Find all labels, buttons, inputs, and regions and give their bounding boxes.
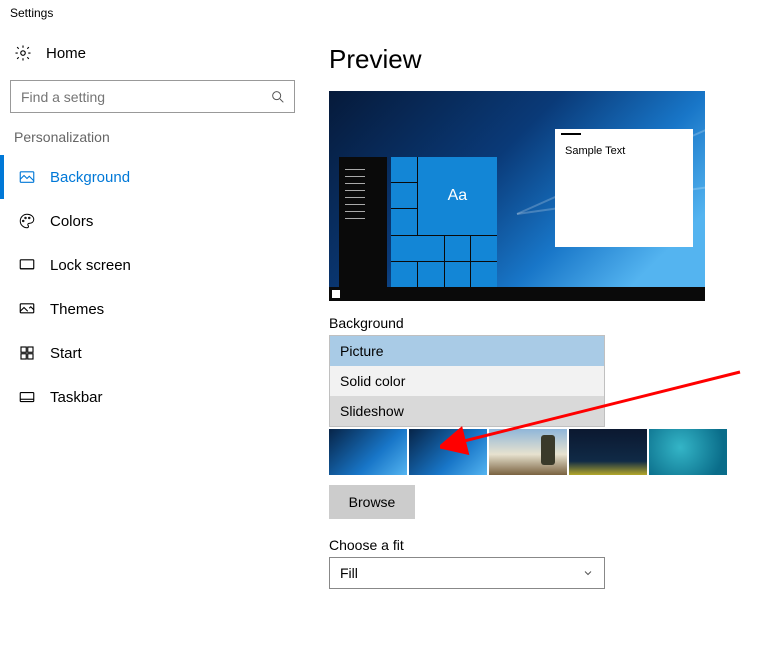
search-box[interactable] — [10, 80, 295, 113]
gear-icon — [14, 44, 32, 62]
settings-sidebar: Home Personalization — [0, 22, 305, 589]
sidebar-item-label: Start — [50, 345, 82, 362]
thumbnail-3[interactable] — [489, 429, 567, 475]
nav-colors[interactable]: Colors — [0, 199, 305, 243]
preview-tile-aa: Aa — [418, 157, 497, 235]
preview-sample-text: Sample Text — [565, 145, 625, 157]
section-personalization: Personalization — [0, 123, 305, 155]
background-option-slideshow[interactable]: Slideshow — [330, 396, 604, 426]
wallpaper-preview: Aa Sample Text — [329, 91, 705, 301]
search-icon — [270, 89, 286, 105]
choose-fit-label: Choose a fit — [329, 537, 758, 553]
home-button[interactable]: Home — [0, 38, 305, 68]
sidebar-item-label: Background — [50, 169, 130, 186]
search-input[interactable] — [19, 88, 259, 106]
sidebar-item-label: Colors — [50, 213, 93, 230]
themes-icon — [18, 300, 36, 318]
nav-background[interactable]: Background — [0, 155, 305, 199]
sidebar-item-label: Taskbar — [50, 389, 103, 406]
fit-value: Fill — [340, 565, 358, 581]
thumbnail-5[interactable] — [649, 429, 727, 475]
browse-button[interactable]: Browse — [329, 485, 415, 519]
wallpaper-thumbnails — [329, 429, 758, 475]
sidebar-item-label: Lock screen — [50, 257, 131, 274]
lock-screen-icon — [18, 256, 36, 274]
nav-start[interactable]: Start — [0, 331, 305, 375]
background-label: Background — [329, 315, 758, 331]
palette-icon — [18, 212, 36, 230]
nav-themes[interactable]: Themes — [0, 287, 305, 331]
taskbar-icon — [18, 388, 36, 406]
home-label: Home — [46, 45, 86, 62]
sidebar-item-label: Themes — [50, 301, 104, 318]
window-title: Settings — [0, 0, 768, 22]
background-dropdown[interactable]: Picture Solid color Slideshow — [329, 335, 605, 427]
picture-icon — [18, 168, 36, 186]
thumbnail-1[interactable] — [329, 429, 407, 475]
background-option-picture[interactable]: Picture — [330, 336, 604, 366]
main-panel: Preview Aa Sample Te — [305, 22, 768, 589]
nav-taskbar[interactable]: Taskbar — [0, 375, 305, 419]
thumbnail-2[interactable] — [409, 429, 487, 475]
thumbnail-4[interactable] — [569, 429, 647, 475]
start-icon — [18, 344, 36, 362]
background-option-solid-color[interactable]: Solid color — [330, 366, 604, 396]
nav-lock-screen[interactable]: Lock screen — [0, 243, 305, 287]
preview-heading: Preview — [329, 44, 758, 75]
chevron-down-icon — [582, 567, 594, 579]
fit-dropdown[interactable]: Fill — [329, 557, 605, 589]
